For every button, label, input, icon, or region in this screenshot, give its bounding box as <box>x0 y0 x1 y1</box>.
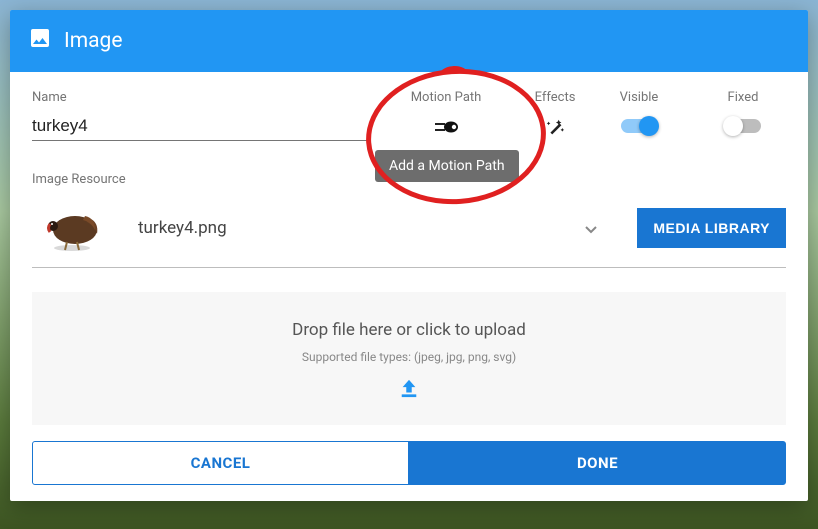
properties-row: Name Motion Path Effects Visible <box>32 90 786 144</box>
upload-dropzone[interactable]: Drop file here or click to upload Suppor… <box>32 292 786 425</box>
visible-toggle[interactable] <box>621 119 657 133</box>
effects-column: Effects <box>525 90 585 144</box>
magic-wand-icon[interactable] <box>544 117 566 144</box>
motion-path-column: Motion Path <box>391 90 501 138</box>
dropzone-subtitle: Supported file types: (jpeg, jpg, png, s… <box>42 350 776 364</box>
fixed-label: Fixed <box>713 90 773 105</box>
resource-dropdown-icon[interactable] <box>585 219 597 238</box>
visible-column: Visible <box>609 90 669 137</box>
motion-path-tooltip: Add a Motion Path <box>375 150 519 182</box>
cancel-button[interactable]: CANCEL <box>32 441 409 485</box>
fixed-column: Fixed <box>713 90 773 137</box>
motion-path-icon[interactable] <box>433 119 459 138</box>
dialog-header: Image <box>10 10 808 72</box>
upload-icon <box>42 378 776 403</box>
dialog-body: Name Motion Path Effects Visible <box>10 72 808 501</box>
done-button[interactable]: DONE <box>409 441 786 485</box>
dialog-title: Image <box>64 29 122 53</box>
image-icon <box>28 26 52 56</box>
name-field-block: Name <box>32 90 367 141</box>
name-label: Name <box>32 90 367 105</box>
media-library-button[interactable]: MEDIA LIBRARY <box>637 208 786 248</box>
image-thumbnail <box>32 203 112 253</box>
image-dialog: Image Name Motion Path Effects Visib <box>10 10 808 501</box>
dropzone-title: Drop file here or click to upload <box>42 320 776 340</box>
image-resource-row: turkey4.png MEDIA LIBRARY <box>32 193 786 268</box>
effects-label: Effects <box>525 90 585 105</box>
fixed-toggle[interactable] <box>725 119 761 133</box>
visible-label: Visible <box>609 90 669 105</box>
image-filename: turkey4.png <box>138 218 559 238</box>
name-input[interactable] <box>32 113 367 141</box>
motion-path-label: Motion Path <box>391 90 501 105</box>
dialog-footer: CANCEL DONE <box>32 441 786 485</box>
